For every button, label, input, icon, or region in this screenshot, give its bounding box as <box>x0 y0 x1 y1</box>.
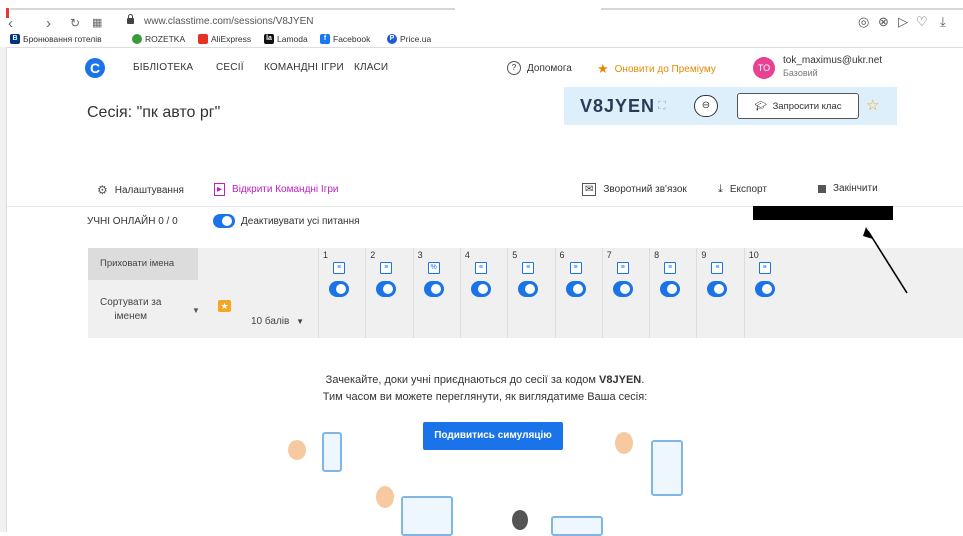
annotation-arrow <box>863 227 908 294</box>
